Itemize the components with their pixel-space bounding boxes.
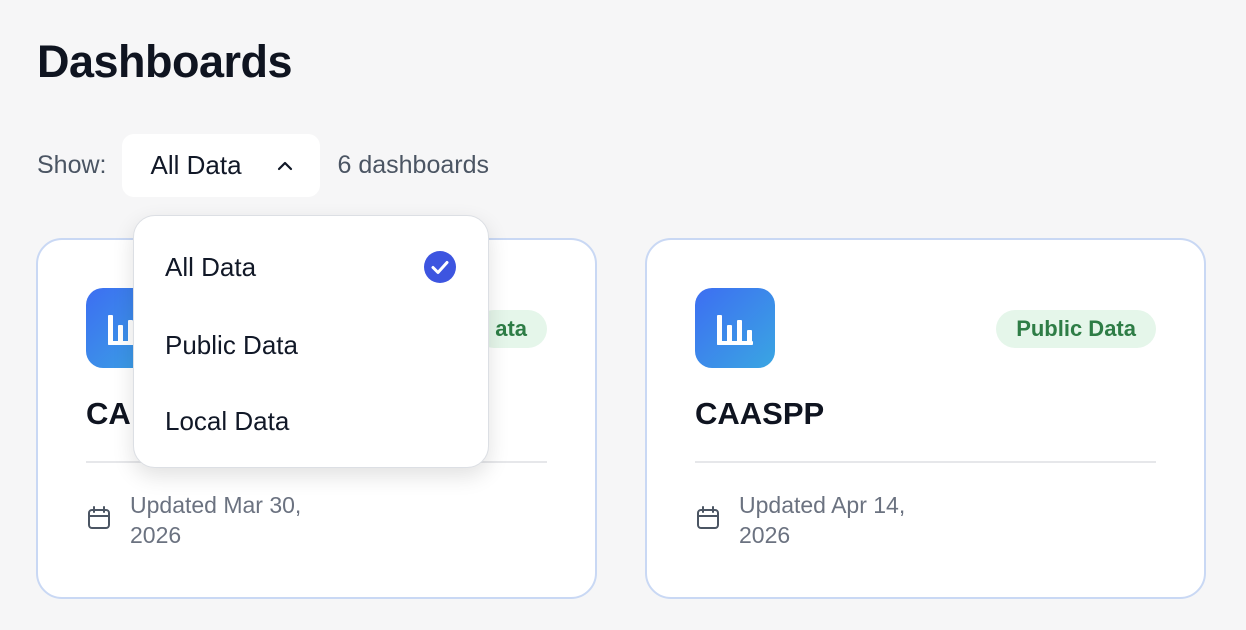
page-title: Dashboards (37, 36, 293, 87)
dashboard-card[interactable]: Public Data CAASPP Updated Apr 14, 2026 (645, 238, 1206, 599)
card-title: CAASPP (695, 396, 825, 431)
menu-item-label: Local Data (165, 405, 290, 436)
updated-date: Updated Apr 14, 2026 (739, 492, 906, 548)
calendar-icon (88, 506, 110, 529)
updated-date: Updated Mar 30, 2026 (130, 492, 302, 548)
filter-dropdown-menu: All Data Public Data Local Data (133, 215, 489, 468)
bar-chart-icon (695, 288, 775, 368)
menu-item-local-data[interactable]: Local Data (134, 391, 488, 451)
select-value: All Data (150, 150, 242, 180)
menu-item-label: Public Data (165, 329, 298, 360)
check-circle-icon (424, 251, 456, 283)
menu-item-all-data[interactable]: All Data (134, 237, 488, 297)
data-filter-select[interactable]: All Data (122, 134, 321, 197)
status-badge: Public Data (996, 310, 1156, 348)
show-label: Show: (37, 151, 107, 179)
chevron-up-icon (278, 161, 293, 170)
divider (695, 461, 1156, 463)
calendar-icon (697, 506, 719, 529)
filter-row: Show: All Data 6 dashboards (37, 134, 489, 197)
dashboard-count: 6 dashboards (337, 151, 489, 179)
menu-item-public-data[interactable]: Public Data (134, 315, 488, 375)
card-title: CA (86, 396, 131, 431)
updated-info: Updated Mar 30, 2026 (86, 490, 340, 550)
menu-item-label: All Data (165, 251, 257, 282)
updated-info: Updated Apr 14, 2026 (695, 490, 949, 550)
